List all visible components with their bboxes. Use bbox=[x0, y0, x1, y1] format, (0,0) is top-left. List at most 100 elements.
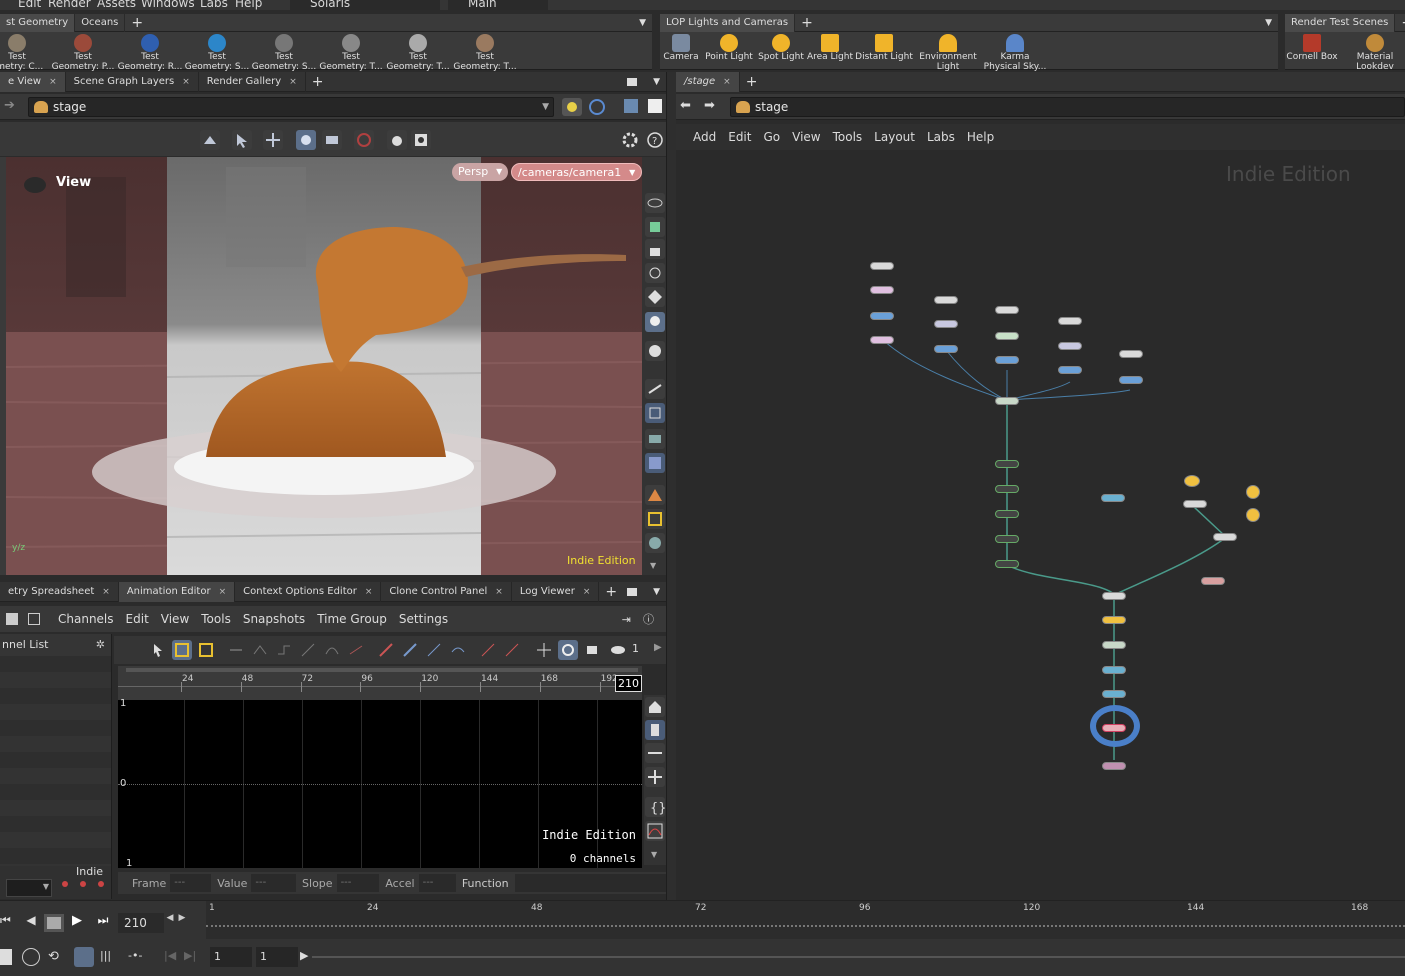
node-merge2[interactable] bbox=[1102, 592, 1126, 600]
lock-icon[interactable] bbox=[645, 239, 665, 259]
node-sopimport-syrup[interactable] bbox=[934, 296, 958, 304]
menu-edit[interactable]: Edit bbox=[126, 612, 149, 626]
region-icon[interactable] bbox=[645, 509, 665, 529]
tab-context-options-editor[interactable]: Context Options Editor × bbox=[235, 581, 382, 602]
scroll-right-icon[interactable]: ▶ bbox=[654, 642, 662, 653]
delete-key-icon[interactable] bbox=[502, 640, 522, 660]
menu-labs[interactable]: Labs bbox=[200, 0, 228, 10]
function-field[interactable] bbox=[514, 874, 666, 892]
help-icon[interactable]: ⓘ bbox=[643, 611, 654, 627]
close-icon[interactable]: × bbox=[583, 587, 591, 597]
tool-test-geometry-t[interactable]: Test Geometry: T... bbox=[318, 32, 384, 72]
menu-help[interactable]: Help bbox=[967, 130, 994, 144]
shelf-menu-icon[interactable]: ▼ bbox=[633, 14, 652, 32]
persp-menu[interactable]: Persp ▼ bbox=[452, 163, 509, 181]
wireframe-icon[interactable] bbox=[645, 453, 665, 473]
forward-arrow-icon[interactable]: ➡ bbox=[704, 98, 715, 113]
render-settings-icon[interactable] bbox=[645, 533, 665, 553]
node-camera[interactable] bbox=[1102, 666, 1126, 674]
linear-icon[interactable] bbox=[298, 640, 318, 660]
tool-test-geometry-t3[interactable]: Test Geometry: T... bbox=[452, 32, 518, 72]
back-arrow-icon[interactable]: ⬅ bbox=[680, 98, 691, 113]
dropdown-icon[interactable]: ▼ bbox=[542, 98, 549, 116]
jump-end-icon[interactable]: ⏭ bbox=[90, 913, 116, 933]
select-arrow-icon[interactable] bbox=[148, 640, 168, 660]
pen-icon[interactable] bbox=[400, 640, 420, 660]
menu-edit[interactable]: Edit bbox=[728, 130, 751, 144]
node-light-linker[interactable] bbox=[1102, 616, 1126, 624]
tab-scene-view[interactable]: e View × bbox=[0, 71, 66, 92]
close-icon[interactable]: × bbox=[102, 587, 110, 597]
menu-add[interactable]: Add bbox=[693, 130, 716, 144]
next-key-icon[interactable]: ▶| bbox=[184, 949, 204, 965]
pane-menu-icon[interactable]: ▼ bbox=[647, 583, 666, 601]
color-correction-icon[interactable] bbox=[645, 485, 665, 505]
range-start-field-2[interactable]: 1 bbox=[256, 947, 298, 967]
add-tab-button[interactable]: + bbox=[740, 73, 764, 91]
box-select-icon[interactable] bbox=[172, 640, 192, 660]
transform-tool-icon[interactable] bbox=[263, 130, 283, 150]
ghost-icon[interactable] bbox=[645, 429, 665, 449]
node-sopimport-plate[interactable] bbox=[995, 306, 1019, 314]
menu-go[interactable]: Go bbox=[763, 130, 780, 144]
shelf-tab-render-test-scenes[interactable]: Render Test Scenes bbox=[1285, 13, 1396, 32]
audio-icon[interactable] bbox=[22, 948, 40, 966]
tab-log-viewer[interactable]: Log Viewer × bbox=[512, 581, 600, 602]
close-icon[interactable]: × bbox=[289, 77, 297, 87]
display-options-icon[interactable] bbox=[411, 130, 431, 150]
add-tab-button[interactable]: + bbox=[599, 583, 623, 601]
node-render-geometry[interactable] bbox=[870, 336, 894, 344]
grid-icon[interactable] bbox=[28, 613, 40, 625]
value-field[interactable]: --- bbox=[251, 874, 297, 892]
node-material-library-2[interactable] bbox=[934, 345, 958, 353]
node-material-library-5[interactable] bbox=[1119, 376, 1143, 384]
magnet-icon[interactable] bbox=[582, 640, 602, 660]
home-icon[interactable] bbox=[645, 697, 665, 717]
node-env-light[interactable] bbox=[1184, 475, 1200, 487]
visibility-icon[interactable] bbox=[645, 193, 665, 213]
node-material-library[interactable] bbox=[870, 312, 894, 320]
stop-render-icon[interactable] bbox=[354, 130, 374, 150]
key-dot-icon[interactable] bbox=[98, 881, 104, 887]
pane-menu-icon[interactable]: ▼ bbox=[647, 73, 666, 91]
background-icon[interactable] bbox=[645, 403, 665, 423]
node-sopimport-spoon[interactable] bbox=[1058, 317, 1082, 325]
network-editor[interactable]: Indie Edition bbox=[676, 150, 1405, 900]
node-dome-light-2[interactable] bbox=[1246, 508, 1260, 522]
node-bypassed-1[interactable] bbox=[995, 460, 1019, 468]
range-slider[interactable] bbox=[312, 956, 1405, 958]
shelf-tab-test-geometry[interactable]: st Geometry bbox=[0, 13, 76, 32]
layout-icon[interactable] bbox=[648, 99, 662, 113]
menu-time-group[interactable]: Time Group bbox=[317, 612, 387, 626]
select-tool-icon[interactable] bbox=[232, 130, 252, 150]
close-icon[interactable]: × bbox=[49, 77, 57, 87]
menu-edit[interactable]: Edit bbox=[18, 0, 41, 10]
step-icon[interactable] bbox=[274, 640, 294, 660]
play-icon[interactable]: ▶ bbox=[64, 913, 90, 933]
node-camera-edit[interactable] bbox=[1102, 690, 1126, 698]
tool-cornell-box[interactable]: Cornell Box bbox=[1282, 32, 1342, 70]
tool-test-geometry-p[interactable]: Test Geometry: P... bbox=[50, 32, 116, 72]
shelf-menu-icon[interactable]: ▼ bbox=[1259, 14, 1278, 32]
tab-clone-control-panel[interactable]: Clone Control Panel × bbox=[381, 581, 512, 602]
ruler-scrollbar[interactable] bbox=[126, 668, 638, 672]
tool-karma-physical-sky[interactable]: Karma Physical Sky... bbox=[982, 32, 1048, 72]
channel-list-gear-icon[interactable]: ✲ bbox=[96, 634, 105, 656]
close-icon[interactable]: × bbox=[495, 587, 503, 597]
desktop-select[interactable]: Solaris bbox=[290, 0, 440, 10]
node-render-settings[interactable] bbox=[1102, 762, 1126, 770]
flag-icon[interactable] bbox=[645, 263, 665, 283]
channels-toggle-icon[interactable] bbox=[6, 613, 18, 625]
node-mesh-edit-2[interactable] bbox=[934, 320, 958, 328]
scroll-down-icon[interactable]: ▼ bbox=[651, 850, 657, 859]
tool-distant-light[interactable]: Distant Light bbox=[851, 32, 917, 70]
close-icon[interactable]: × bbox=[723, 77, 731, 87]
node-material-linker[interactable] bbox=[1101, 494, 1125, 502]
close-icon[interactable]: × bbox=[219, 587, 227, 597]
add-shelf-tab-button[interactable]: + bbox=[795, 14, 819, 32]
tool-test-geometry-c[interactable]: Testometry: C... bbox=[0, 32, 50, 72]
add-shelf-tab-button[interactable]: + bbox=[1395, 14, 1405, 32]
ghost-keys-icon[interactable] bbox=[608, 640, 628, 660]
node-material-library-3[interactable] bbox=[995, 356, 1019, 364]
step-forward-icon[interactable]: ▶ bbox=[176, 913, 188, 933]
